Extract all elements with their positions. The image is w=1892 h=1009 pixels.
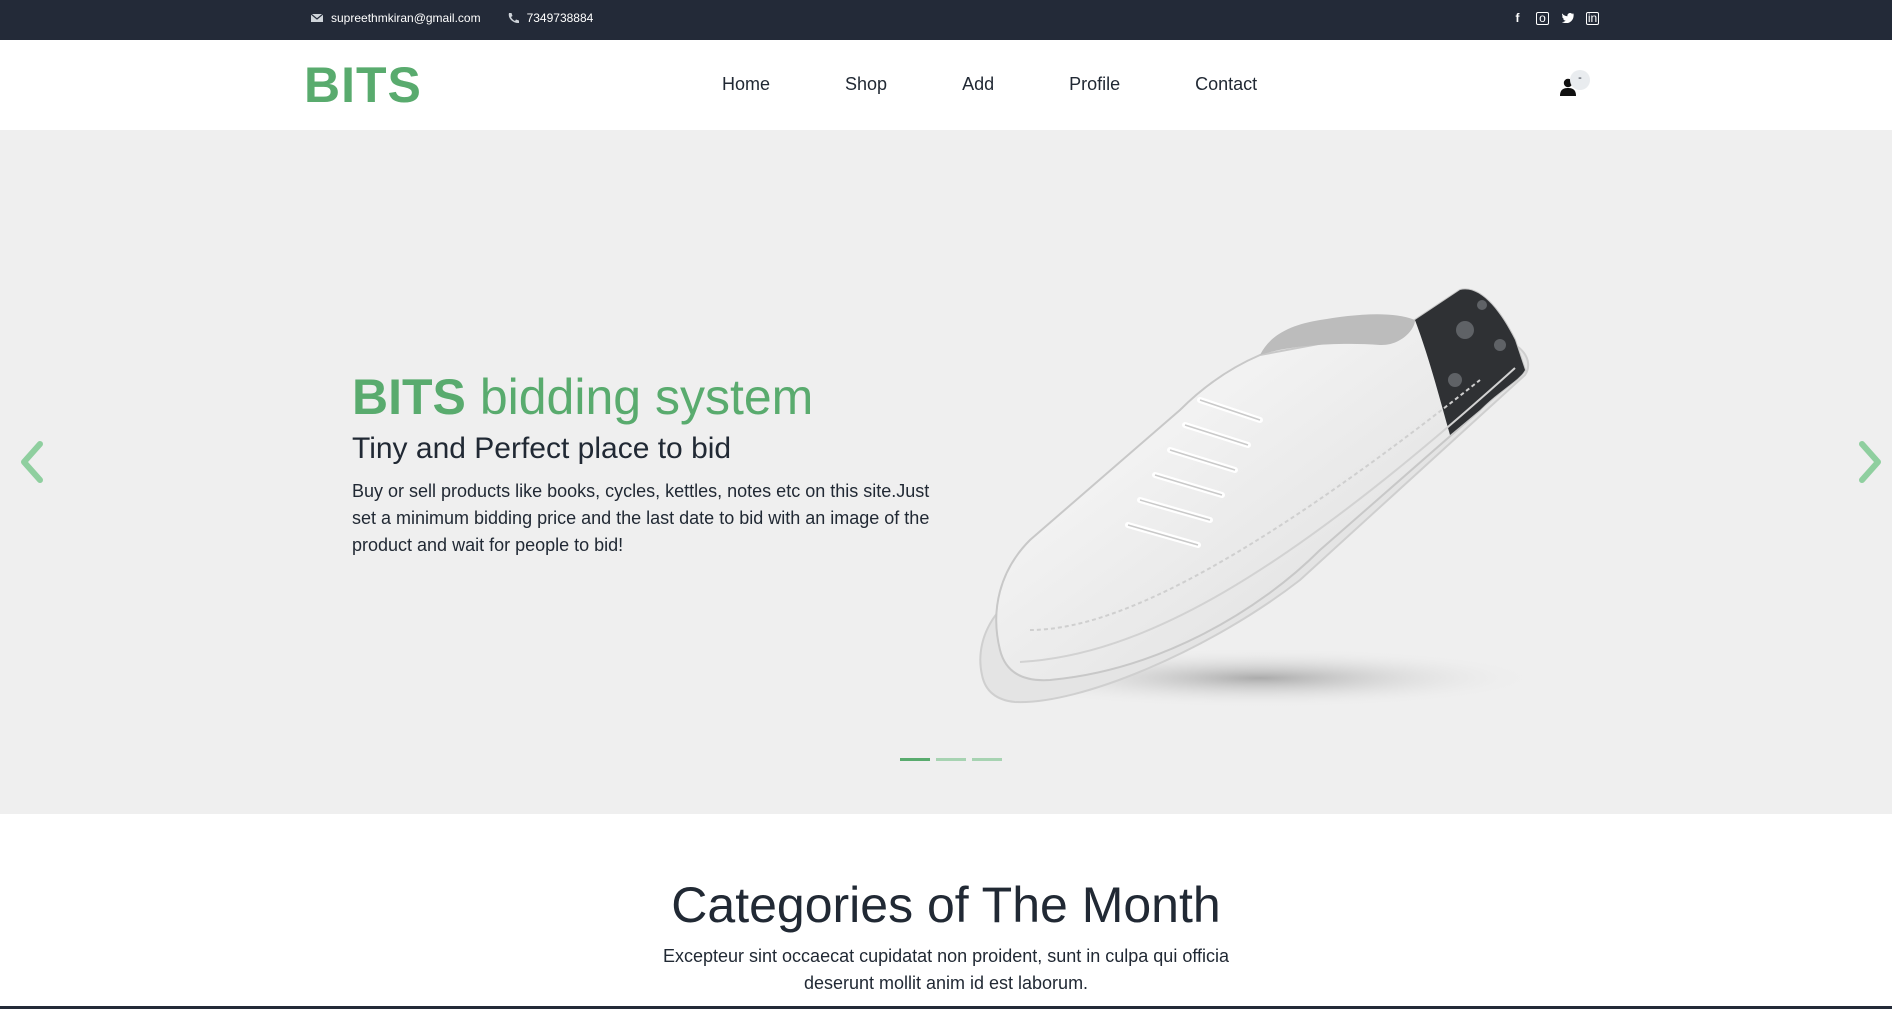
chevron-right-icon [1859,441,1881,483]
user-badge: - [1570,70,1590,90]
hero-title-strong: BITS [352,369,466,425]
envelope-icon [311,13,323,23]
carousel-indicators [900,758,1002,761]
carousel-next-button[interactable] [1850,430,1890,490]
main-nav: Home Shop Add Profile Contact [722,74,1257,95]
social-links: f o in [1511,0,1599,36]
phone-link[interactable]: 7349738884 [527,11,594,25]
chevron-left-icon [21,441,43,483]
top-contact-bar: supreethmkiran@gmail.com 7349738884 f o … [0,0,1892,40]
nav-contact[interactable]: Contact [1195,74,1257,95]
main-header: BITS Home Shop Add Profile Contact - [0,40,1892,130]
twitter-icon[interactable] [1561,12,1574,25]
sneaker-image [979,288,1540,708]
user-account-button[interactable]: - [1558,70,1590,100]
nav-shop[interactable]: Shop [845,74,887,95]
nav-add[interactable]: Add [962,74,994,95]
hero-subtitle: Tiny and Perfect place to bid [352,432,732,465]
nav-profile[interactable]: Profile [1069,74,1120,95]
contact-info: supreethmkiran@gmail.com 7349738884 [311,0,593,36]
instagram-icon[interactable]: o [1536,11,1549,25]
phone-icon [507,12,519,24]
carousel-indicator-1[interactable] [900,758,930,761]
categories-title: Categories of The Month [671,877,1221,933]
linkedin-icon[interactable]: in [1586,11,1599,25]
nav-home[interactable]: Home [722,74,770,95]
carousel-indicator-2[interactable] [936,758,966,761]
hero-description: Buy or sell products like books, cycles,… [352,481,930,555]
email-link[interactable]: supreethmkiran@gmail.com [331,11,481,25]
hero-title-light: bidding system [479,369,814,425]
facebook-icon[interactable]: f [1511,11,1524,25]
hero-title: BITS bidding system [352,368,813,426]
carousel-prev-button[interactable] [12,430,52,490]
categories-description: Excepteur sint occaecat cupidatat non pr… [662,946,1230,993]
carousel-indicator-3[interactable] [972,758,1002,761]
hero-carousel: BITS bidding system Tiny and Perfect pla… [0,130,1892,814]
site-logo[interactable]: BITS [304,56,422,114]
